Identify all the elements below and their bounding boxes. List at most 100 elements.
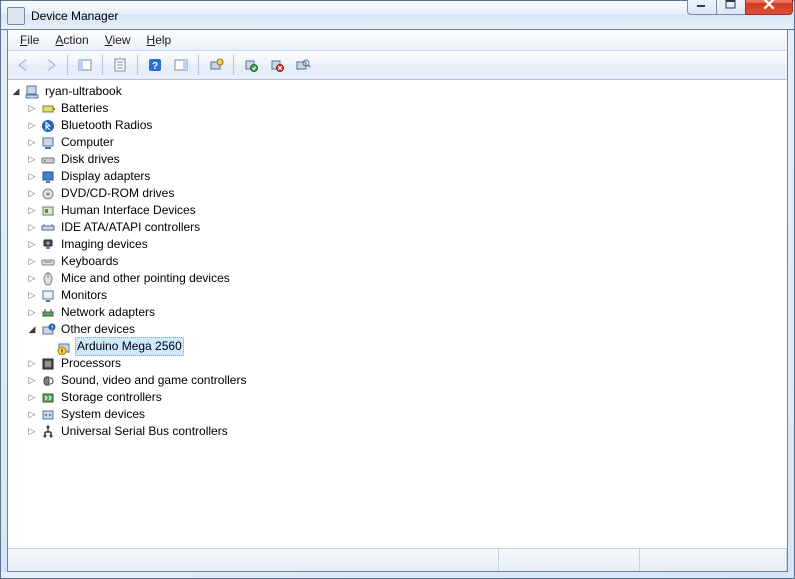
expand-toggle-icon[interactable]: ▷ bbox=[24, 287, 40, 304]
maximize-button[interactable] bbox=[716, 0, 746, 15]
category-icon bbox=[40, 254, 56, 270]
category-icon bbox=[40, 288, 56, 304]
expand-toggle-icon[interactable]: ▷ bbox=[24, 202, 40, 219]
expand-toggle-icon[interactable]: ▷ bbox=[24, 236, 40, 253]
uninstall-button[interactable] bbox=[239, 53, 263, 77]
tree-root[interactable]: ◢ ryan-ultrabook bbox=[8, 83, 787, 100]
tree-node-label: Mice and other pointing devices bbox=[59, 270, 232, 287]
tree-category[interactable]: ▷ System devices bbox=[8, 406, 787, 423]
category-icon bbox=[40, 220, 56, 236]
minimize-button[interactable] bbox=[687, 0, 717, 15]
menubar: File Action View Help bbox=[8, 30, 787, 51]
expand-toggle-icon[interactable]: ▷ bbox=[24, 372, 40, 389]
frame-left bbox=[0, 29, 7, 579]
expand-toggle-icon[interactable]: ▷ bbox=[24, 168, 40, 185]
expand-toggle-icon[interactable]: ▷ bbox=[24, 117, 40, 134]
menu-file[interactable]: File bbox=[12, 31, 47, 49]
tree-category[interactable]: ▷ Computer bbox=[8, 134, 787, 151]
titlebar[interactable]: Device Manager bbox=[0, 0, 795, 30]
device-manager-window: Device Manager File Action View Help bbox=[0, 0, 795, 579]
category-icon bbox=[40, 407, 56, 423]
tree-category[interactable]: ▷ Processors bbox=[8, 355, 787, 372]
tree-category[interactable]: ▷ Display adapters bbox=[8, 168, 787, 185]
disable-button[interactable] bbox=[265, 53, 289, 77]
disable-icon bbox=[269, 57, 285, 73]
tree-category[interactable]: ▷ IDE ATA/ATAPI controllers bbox=[8, 219, 787, 236]
category-icon bbox=[40, 305, 56, 321]
expand-toggle-icon[interactable]: ▷ bbox=[24, 355, 40, 372]
update-driver-icon bbox=[208, 57, 224, 73]
expand-toggle-icon[interactable]: ▷ bbox=[24, 389, 40, 406]
tree-category[interactable]: ▷ Universal Serial Bus controllers bbox=[8, 423, 787, 440]
action-button[interactable] bbox=[169, 53, 193, 77]
expand-toggle-icon[interactable]: ▷ bbox=[24, 304, 40, 321]
toolbar: ? bbox=[8, 51, 787, 80]
help-button[interactable]: ? bbox=[143, 53, 167, 77]
tree-node-label: DVD/CD-ROM drives bbox=[59, 185, 176, 202]
category-icon bbox=[40, 101, 56, 117]
expand-toggle-icon[interactable]: ▷ bbox=[24, 270, 40, 287]
expand-toggle-icon[interactable]: ▷ bbox=[24, 151, 40, 168]
tree-category[interactable]: ▷ Human Interface Devices bbox=[8, 202, 787, 219]
app-icon bbox=[7, 7, 25, 25]
back-button[interactable] bbox=[12, 53, 36, 77]
tree-node-label: Imaging devices bbox=[59, 236, 150, 253]
scan-hardware-button[interactable] bbox=[291, 53, 315, 77]
expand-toggle-icon[interactable]: ▷ bbox=[24, 185, 40, 202]
tree-category[interactable]: ▷ Disk drives bbox=[8, 151, 787, 168]
expand-toggle-icon[interactable]: ▷ bbox=[24, 406, 40, 423]
category-icon bbox=[40, 186, 56, 202]
tree-category[interactable]: ▷ Network adapters bbox=[8, 304, 787, 321]
tree-category[interactable]: ▷ Batteries bbox=[8, 100, 787, 117]
tree-device[interactable]: ! Arduino Mega 2560 bbox=[8, 338, 787, 355]
menu-view[interactable]: View bbox=[97, 31, 139, 49]
expand-toggle-icon[interactable]: ▷ bbox=[24, 100, 40, 117]
show-hide-tree-button[interactable] bbox=[73, 53, 97, 77]
expand-toggle-icon[interactable]: ▷ bbox=[24, 219, 40, 236]
expand-toggle-icon[interactable]: ▷ bbox=[24, 134, 40, 151]
close-button[interactable] bbox=[745, 0, 793, 15]
tree-node-label: Universal Serial Bus controllers bbox=[59, 423, 230, 440]
tree-node-label: Computer bbox=[59, 134, 116, 151]
tree-node-label: Network adapters bbox=[59, 304, 157, 321]
forward-button[interactable] bbox=[38, 53, 62, 77]
tree-category[interactable]: ▷ Bluetooth Radios bbox=[8, 117, 787, 134]
tree-category[interactable]: ▷ DVD/CD-ROM drives bbox=[8, 185, 787, 202]
statusbar bbox=[8, 548, 787, 571]
expand-toggle-icon[interactable]: ◢ bbox=[24, 321, 40, 338]
category-icon bbox=[40, 169, 56, 185]
tree-category[interactable]: ◢ ? Other devices bbox=[8, 321, 787, 338]
minimize-icon bbox=[696, 0, 708, 9]
tree-node-label: Bluetooth Radios bbox=[59, 117, 154, 134]
category-icon bbox=[40, 356, 56, 372]
menu-action-label: ction bbox=[63, 33, 88, 47]
tree-category[interactable]: ▷ Mice and other pointing devices bbox=[8, 270, 787, 287]
tree-node-label: Arduino Mega 2560 bbox=[75, 337, 184, 356]
menu-action[interactable]: Action bbox=[47, 31, 96, 49]
tree-node-label: ryan-ultrabook bbox=[43, 83, 124, 100]
menu-help[interactable]: Help bbox=[139, 31, 180, 49]
window-controls bbox=[688, 0, 793, 13]
device-tree[interactable]: ◢ ryan-ultrabook ▷ Batteries ▷ Bluetooth… bbox=[8, 80, 787, 548]
properties-button[interactable] bbox=[108, 53, 132, 77]
tree-node-label: Storage controllers bbox=[59, 389, 164, 406]
tree-node-label: Human Interface Devices bbox=[59, 202, 198, 219]
tree-node-label: System devices bbox=[59, 406, 147, 423]
expand-toggle-icon[interactable]: ▷ bbox=[24, 253, 40, 270]
tree-category[interactable]: ▷ Imaging devices bbox=[8, 236, 787, 253]
tree-category[interactable]: ▷ Keyboards bbox=[8, 253, 787, 270]
tree-node-label: Batteries bbox=[59, 100, 110, 117]
menu-file-label: ile bbox=[27, 33, 39, 47]
window-title: Device Manager bbox=[31, 9, 688, 23]
update-driver-button[interactable] bbox=[204, 53, 228, 77]
tree-category[interactable]: ▷ Storage controllers bbox=[8, 389, 787, 406]
expand-toggle-icon[interactable]: ◢ bbox=[8, 83, 24, 100]
tree-category[interactable]: ▷ Monitors bbox=[8, 287, 787, 304]
svg-text:?: ? bbox=[50, 325, 53, 331]
status-cell-3 bbox=[640, 549, 787, 571]
category-icon bbox=[40, 135, 56, 151]
tree-node-label: Sound, video and game controllers bbox=[59, 372, 248, 389]
tree-category[interactable]: ▷ Sound, video and game controllers bbox=[8, 372, 787, 389]
category-icon bbox=[40, 203, 56, 219]
expand-toggle-icon[interactable]: ▷ bbox=[24, 423, 40, 440]
